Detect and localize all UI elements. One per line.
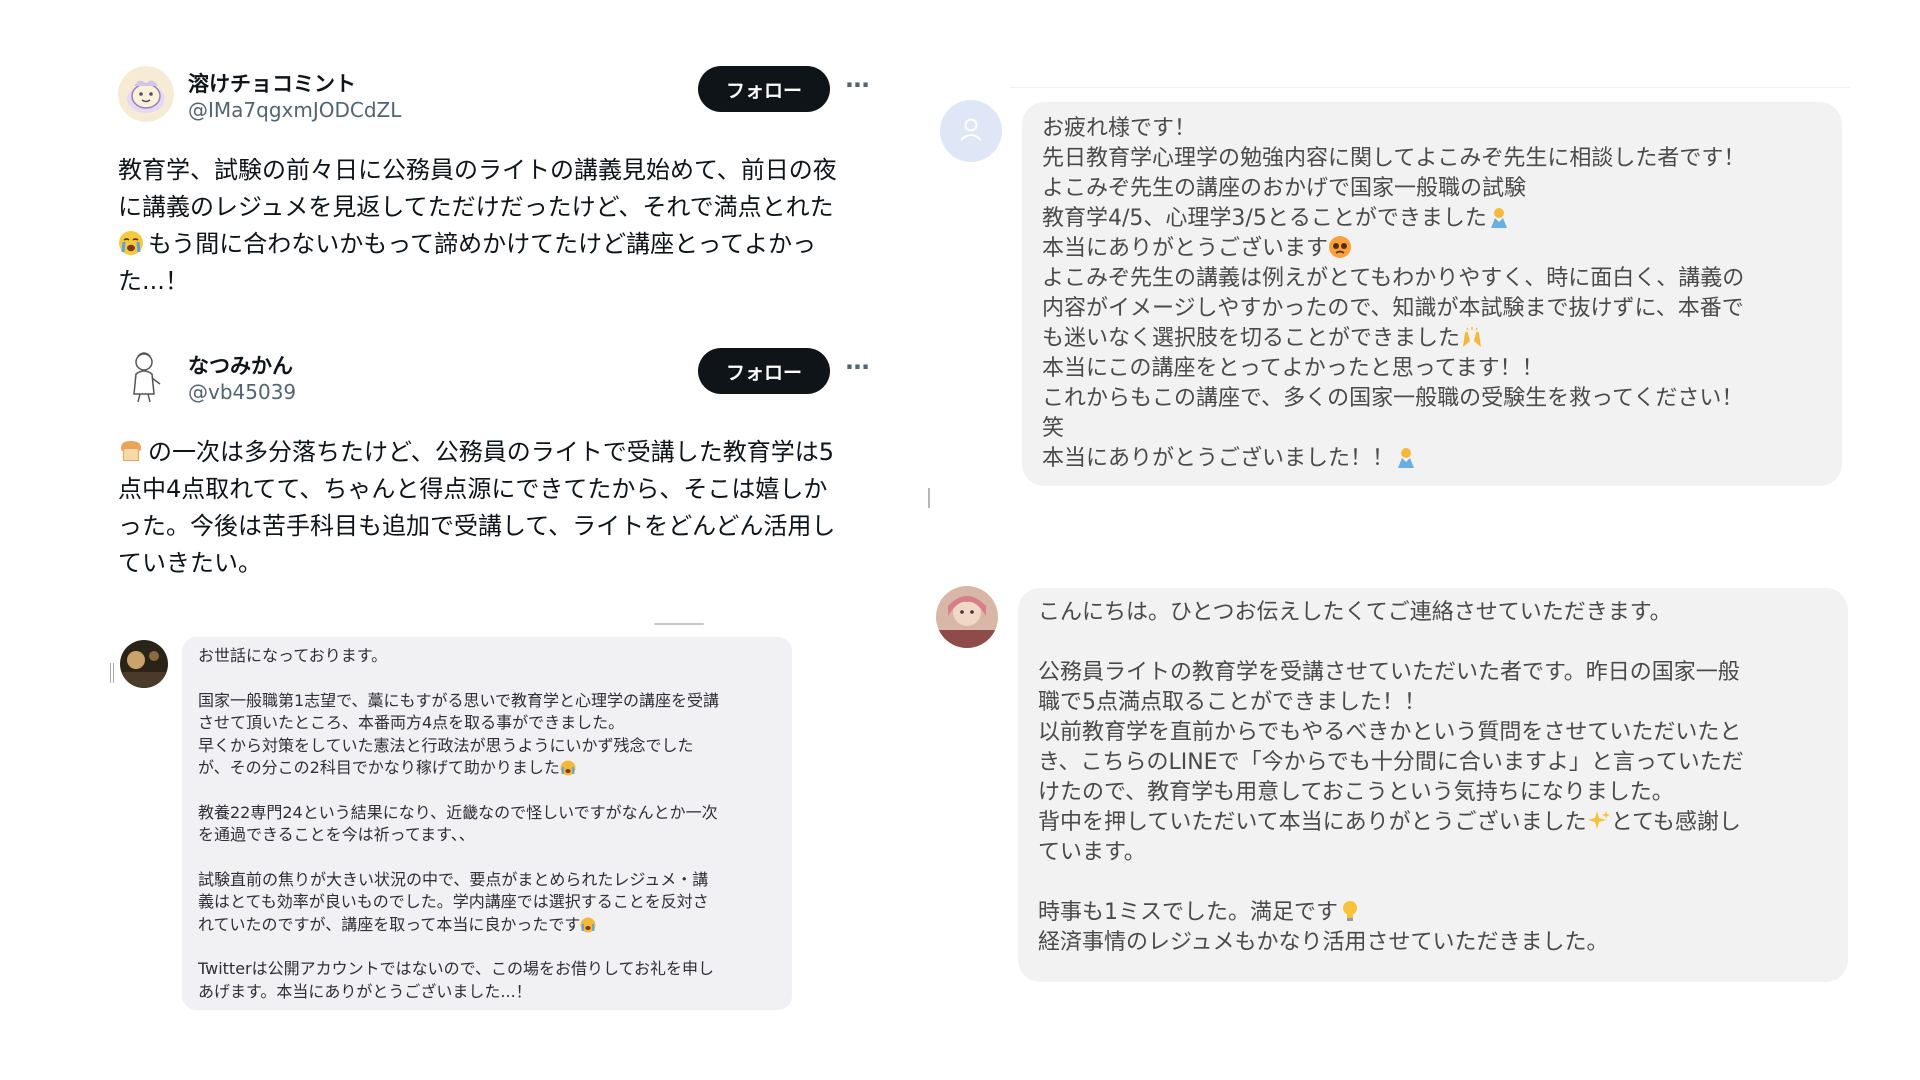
post-line: に講義のレジュメを見返してただけだったけど、それで満点とれた [118, 193, 834, 221]
message-paragraph: 試験直前の焦りが大きい状況の中で、要点がまとめられたレジュメ・講 義はとても効率… [198, 869, 709, 934]
message-line: けたので、教育学も用意しておこうという気持ちになりました。 [1038, 780, 1674, 805]
praying-hands-icon [1394, 445, 1418, 469]
message-line: 以前教育学を直前からでもやるべきかという質問をさせていただいたと [1038, 720, 1742, 745]
message-line: 本当にありがとうございます [1042, 234, 1822, 264]
follow-button[interactable]: フォロー [698, 66, 830, 112]
message-line: こんにちは。ひとつお伝えしたくてご連絡させていただきます。 [1038, 600, 1672, 625]
author-name[interactable]: なつみかん [188, 350, 293, 380]
message-line: 教育学4/5、心理学3/5とることができました [1042, 204, 1822, 234]
raised-hands-icon [1460, 325, 1484, 349]
message-bubble: お世話になっております。 国家一般職第1志望で、藁にもすがる思いで教育学と心理学… [182, 637, 792, 1010]
message-line: ています。 [1038, 840, 1146, 865]
post-line: 教育学、試験の前々日に公務員のライトの講義見始めて、前日の夜 [118, 156, 837, 184]
chat-message-bubble: お疲れ様です！ 先日教育学心理学の勉強内容に関してよこみぞ先生に相談した者です！… [1022, 102, 1842, 486]
message-line: 先日教育学心理学の勉強内容に関してよこみぞ先生に相談した者です！ [1042, 146, 1746, 171]
post-line: ていきたい。 [118, 549, 262, 577]
message-line: 本当にこの講座をとってよかったと思ってます！！ [1042, 356, 1544, 381]
sparkles-icon [1587, 809, 1611, 833]
follow-button[interactable]: フォロー [698, 348, 830, 394]
more-options-icon[interactable]: ··· [840, 352, 874, 386]
post-header: 溶けチョコミント @IMa7qgxmJODCdZL フォロー ··· [118, 66, 870, 136]
author-handle[interactable]: @vb45039 [188, 380, 296, 404]
drag-handle[interactable] [110, 663, 114, 683]
message-line: 内容がイメージしやすかったので、知識が本試験まで抜けずに、本番で [1042, 296, 1744, 321]
divider [1010, 87, 1850, 88]
scrollbar-handle[interactable] [928, 488, 930, 508]
message-line: 笑 [1042, 416, 1065, 441]
message-line: 公務員ライトの教育学を受講させていただいた者です。昨日の国家一般 [1038, 660, 1740, 685]
message-line: 職で5点満点取ることができました！！ [1038, 690, 1426, 715]
post-line: の一次は多分落ちたけど、公務員のライトで受講した教育学は5 [118, 434, 870, 471]
avatar[interactable] [118, 348, 174, 404]
author-name[interactable]: 溶けチョコミント [188, 68, 356, 98]
avatar[interactable] [120, 640, 168, 688]
message-paragraph: お世話になっております。 [198, 646, 388, 665]
message-paragraph: 教養22専門24という結果になり、近畿なので怪しいですがなんとか一次 を通過でき… [198, 802, 718, 845]
post-line: た...！ [118, 267, 189, 295]
tab-indicator [654, 623, 704, 625]
post-line: った。今後は苦手科目も追加で受講して、ライトをどんどん活用し [118, 512, 836, 540]
message-line: よこみぞ先生の講座のおかげで国家一般職の試験 [1042, 176, 1527, 201]
message-line: 本当にありがとうございました！！ [1042, 444, 1822, 474]
praying-hands-icon [1487, 205, 1511, 229]
post-text: の一次は多分落ちたけど、公務員のライトで受講した教育学は5 点中4点取れてて、ち… [118, 434, 870, 582]
chat-message-bubble: こんにちは。ひとつお伝えしたくてご連絡させていただきます。 公務員ライトの教育学… [1018, 588, 1848, 982]
crying-face-icon [580, 917, 596, 933]
message-line: お疲れ様です！ [1042, 116, 1197, 141]
author-handle[interactable]: @IMa7qgxmJODCdZL [188, 98, 401, 122]
message-line: これからもこの講座で、多くの国家一般職の受験生を救ってください！ [1042, 386, 1744, 411]
user-placeholder-icon [956, 114, 986, 148]
crying-face-icon [560, 760, 576, 776]
post-1: 溶けチョコミント @IMa7qgxmJODCdZL フォロー ··· 教育学、試… [118, 66, 870, 300]
avatar[interactable] [936, 586, 998, 648]
crying-face-icon [118, 230, 144, 256]
message-line: も迷いなく選択肢を切ることができました [1042, 324, 1822, 354]
post-text: 教育学、試験の前々日に公務員のライトの講義見始めて、前日の夜 に講義のレジュメを… [118, 152, 870, 300]
message-line: 背中を押していただいて本当にありがとうございました とても感謝し [1038, 809, 1741, 835]
post-2: なつみかん @vb45039 フォロー ··· の一次は多分落ちたけど、公務員の… [118, 348, 870, 582]
pleading-face-icon [1328, 235, 1352, 259]
message-paragraph: Twitterは公開アカウントではないので、この場をお借りしてお礼を申し あげま… [198, 959, 715, 1001]
message-line: よこみぞ先生の講義は例えがとてもわかりやすく、時に面白く、講義の [1042, 266, 1745, 291]
post-line: もう間に合わないかもって諦めかけてたけど講座とってよかっ [118, 226, 870, 263]
message-line: 時事も1ミスでした。満足です [1038, 898, 1828, 928]
message-line: 経済事情のレジュメもかなり活用させていただきました。 [1038, 930, 1609, 955]
more-options-icon[interactable]: ··· [840, 70, 874, 104]
post-header: なつみかん @vb45039 フォロー ··· [118, 348, 870, 418]
message-line: き、こちらのLINEで「今からでも十分間に合いますよ」と言っていただ [1038, 750, 1744, 775]
avatar[interactable] [118, 66, 174, 122]
bread-icon [118, 438, 144, 464]
post-line: 点中4点取れてて、ちゃんと得点源にできてたから、そこは嬉しか [118, 475, 828, 503]
avatar[interactable] [940, 100, 1002, 162]
light-bulb-icon [1338, 899, 1362, 923]
message-paragraph: 国家一般職第1志望で、藁にもすがる思いで教育学と心理学の講座を受講 させて頂いた… [198, 690, 720, 778]
